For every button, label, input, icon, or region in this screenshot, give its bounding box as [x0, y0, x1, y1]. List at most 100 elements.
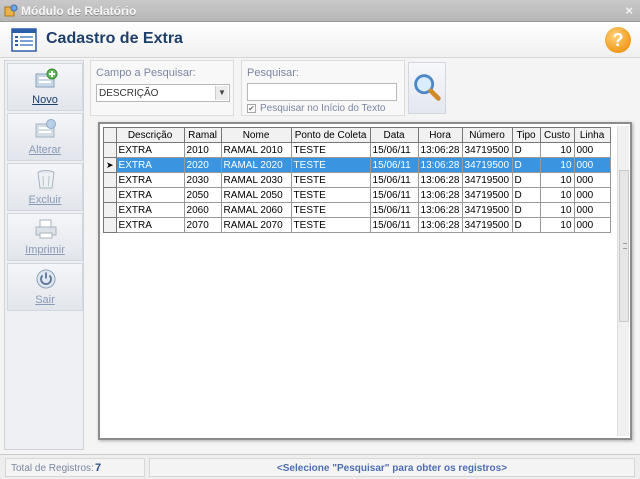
help-icon[interactable]: ? — [605, 27, 631, 53]
column-header[interactable]: Descrição — [115, 127, 185, 143]
print-button[interactable]: Imprimir — [7, 213, 83, 261]
column-header[interactable]: Ramal — [183, 127, 222, 143]
table-cell[interactable]: RAMAL 2030 — [220, 172, 292, 188]
table-row[interactable]: EXTRA 2050 RAMAL 2050 TESTE 15/06/11 13:06:28… — [103, 187, 611, 203]
row-indicator[interactable] — [103, 202, 117, 218]
table-cell[interactable]: D — [511, 172, 541, 188]
column-header[interactable]: Número — [461, 127, 513, 143]
delete-button[interactable]: Excluir — [7, 163, 83, 211]
table-cell[interactable]: 34719500 — [461, 187, 513, 203]
table-row[interactable]: EXTRA 2060 RAMAL 2060 TESTE 15/06/11 13:06:28… — [103, 202, 611, 218]
table-row[interactable]: EXTRA 2010 RAMAL 2010 TESTE 15/06/11 13:06:28… — [103, 142, 611, 158]
table-cell[interactable]: D — [511, 202, 541, 218]
search-field-select[interactable]: DESCRIÇÃO ▼ — [96, 84, 230, 102]
table-cell[interactable]: 13:06:28 — [417, 142, 463, 158]
table-cell[interactable]: 10 — [539, 157, 575, 173]
table-cell[interactable]: 10 — [539, 202, 575, 218]
row-indicator[interactable] — [103, 172, 117, 188]
table-cell[interactable]: RAMAL 2020 — [220, 157, 292, 173]
column-header[interactable]: Tipo — [511, 127, 541, 143]
table-row[interactable]: ➤ EXTRA 2020 RAMAL 2020 TESTE 15/06/11 13:06:2… — [103, 157, 611, 173]
table-cell[interactable]: EXTRA — [115, 172, 185, 188]
table-cell[interactable]: TESTE — [290, 217, 371, 233]
power-icon — [36, 269, 56, 289]
table-cell[interactable]: D — [511, 217, 541, 233]
column-header[interactable]: Custo — [539, 127, 575, 143]
table-cell[interactable]: 13:06:28 — [417, 172, 463, 188]
new-button[interactable]: Novo — [7, 63, 83, 111]
column-header[interactable]: Linha — [573, 127, 611, 143]
row-indicator[interactable] — [103, 217, 117, 233]
table-cell[interactable]: EXTRA — [115, 202, 185, 218]
table-cell[interactable]: 2060 — [183, 202, 222, 218]
table-cell[interactable]: TESTE — [290, 157, 371, 173]
table-row[interactable]: EXTRA 2030 RAMAL 2030 TESTE 15/06/11 13:06:28… — [103, 172, 611, 188]
search-button[interactable] — [408, 62, 446, 114]
table-cell[interactable]: 10 — [539, 217, 575, 233]
table-cell[interactable]: 000 — [573, 202, 611, 218]
table-cell[interactable]: TESTE — [290, 172, 371, 188]
edit-button[interactable]: Alterar — [7, 113, 83, 161]
table-cell[interactable]: TESTE — [290, 142, 371, 158]
table-cell[interactable]: 15/06/11 — [369, 202, 419, 218]
table-cell[interactable]: D — [511, 142, 541, 158]
table-cell[interactable]: 000 — [573, 172, 611, 188]
table-cell[interactable]: 34719500 — [461, 202, 513, 218]
table-cell[interactable]: D — [511, 157, 541, 173]
column-header[interactable]: Nome — [220, 127, 292, 143]
sidebar: Novo Alterar Excluir Imprimir Sair — [4, 60, 84, 450]
table-cell[interactable]: RAMAL 2050 — [220, 187, 292, 203]
vertical-scrollbar[interactable] — [617, 126, 629, 436]
table-cell[interactable]: 34719500 — [461, 172, 513, 188]
table-cell[interactable]: 13:06:28 — [417, 202, 463, 218]
table-cell[interactable]: 34719500 — [461, 217, 513, 233]
table-cell[interactable]: 2010 — [183, 142, 222, 158]
records-grid[interactable]: Descrição Ramal Nome Ponto de Coleta Dat… — [98, 122, 632, 440]
table-cell[interactable]: TESTE — [290, 202, 371, 218]
start-only-checkbox[interactable]: ✔ — [247, 104, 256, 113]
column-header[interactable]: Data — [369, 127, 419, 143]
table-cell[interactable]: RAMAL 2070 — [220, 217, 292, 233]
row-indicator[interactable]: ➤ — [103, 157, 117, 173]
table-cell[interactable]: 2050 — [183, 187, 222, 203]
table-cell[interactable]: 10 — [539, 187, 575, 203]
table-cell[interactable]: 000 — [573, 217, 611, 233]
table-cell[interactable]: 2030 — [183, 172, 222, 188]
table-row[interactable]: EXTRA 2070 RAMAL 2070 TESTE 15/06/11 13:06:28… — [103, 217, 611, 233]
table-cell[interactable]: 13:06:28 — [417, 217, 463, 233]
table-cell[interactable]: 15/06/11 — [369, 157, 419, 173]
table-cell[interactable]: 13:06:28 — [417, 157, 463, 173]
close-icon[interactable]: × — [625, 3, 633, 18]
row-indicator[interactable] — [103, 142, 117, 158]
table-cell[interactable]: 34719500 — [461, 142, 513, 158]
table-cell[interactable]: 15/06/11 — [369, 172, 419, 188]
table-cell[interactable]: RAMAL 2010 — [220, 142, 292, 158]
chevron-down-icon[interactable]: ▼ — [215, 86, 228, 100]
table-cell[interactable]: 15/06/11 — [369, 187, 419, 203]
table-cell[interactable]: EXTRA — [115, 142, 185, 158]
exit-button[interactable]: Sair — [7, 263, 83, 311]
table-cell[interactable]: 000 — [573, 157, 611, 173]
search-input[interactable] — [247, 83, 397, 101]
table-cell[interactable]: 10 — [539, 172, 575, 188]
table-cell[interactable]: 000 — [573, 187, 611, 203]
table-cell[interactable]: 15/06/11 — [369, 142, 419, 158]
column-header[interactable]: Ponto de Coleta — [290, 127, 371, 143]
table-cell[interactable]: 000 — [573, 142, 611, 158]
table-cell[interactable]: 2020 — [183, 157, 222, 173]
row-indicator[interactable] — [103, 187, 117, 203]
table-cell[interactable]: RAMAL 2060 — [220, 202, 292, 218]
table-cell[interactable]: EXTRA — [115, 217, 185, 233]
table-cell[interactable]: TESTE — [290, 187, 371, 203]
scrollbar-thumb[interactable] — [619, 170, 629, 322]
column-header[interactable]: Hora — [417, 127, 463, 143]
table-cell[interactable]: EXTRA — [115, 187, 185, 203]
exit-button-label: Sair — [35, 294, 55, 306]
table-cell[interactable]: 13:06:28 — [417, 187, 463, 203]
table-cell[interactable]: EXTRA — [115, 157, 185, 173]
table-cell[interactable]: 15/06/11 — [369, 217, 419, 233]
table-cell[interactable]: 10 — [539, 142, 575, 158]
table-cell[interactable]: D — [511, 187, 541, 203]
table-cell[interactable]: 34719500 — [461, 157, 513, 173]
table-cell[interactable]: 2070 — [183, 217, 222, 233]
